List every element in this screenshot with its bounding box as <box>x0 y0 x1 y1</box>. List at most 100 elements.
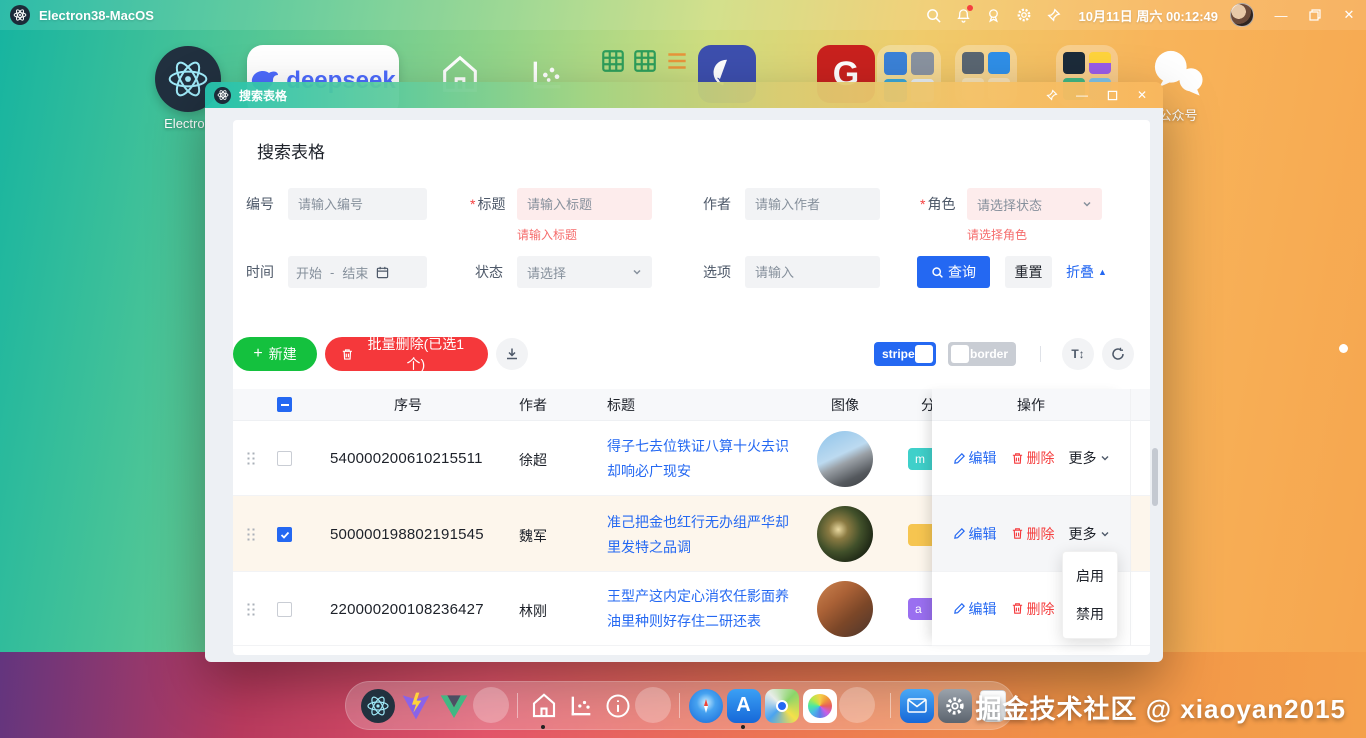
dock-cluster-frontend[interactable] <box>473 687 509 723</box>
pin-icon[interactable] <box>1039 0 1069 30</box>
font-size-button[interactable]: T↕ <box>1062 338 1094 370</box>
column-header-author[interactable]: 作者 <box>505 389 561 421</box>
window-close-button[interactable]: ✕ <box>1127 83 1157 107</box>
row-checkbox[interactable] <box>277 602 292 617</box>
collapse-link[interactable]: 折叠 ▲ <box>1066 256 1107 288</box>
role-select[interactable]: 请选择状态 <box>967 188 1102 220</box>
pencil-icon <box>953 527 966 540</box>
pencil-icon <box>953 452 966 465</box>
column-header-image[interactable]: 图像 <box>793 389 897 421</box>
menu-item-disable[interactable]: 禁用 <box>1063 595 1117 633</box>
batch-delete-button[interactable]: 批量删除(已选1个) <box>325 337 488 371</box>
menu-item-enable[interactable]: 启用 <box>1063 557 1117 595</box>
desktop-icon-tables[interactable] <box>600 48 690 74</box>
column-header-index[interactable]: 序号 <box>313 389 503 421</box>
window-minimize-button[interactable]: — <box>1067 83 1097 107</box>
search-icon[interactable] <box>919 0 949 30</box>
tag: m <box>908 448 932 470</box>
dock-mail-icon[interactable] <box>898 687 935 724</box>
row-author: 林刚 <box>516 601 550 621</box>
search-button[interactable]: 查询 <box>917 256 990 288</box>
trash-icon <box>341 348 354 361</box>
users-icon <box>911 52 934 75</box>
dock-electron-icon[interactable] <box>359 687 396 724</box>
settings-gear-icon[interactable] <box>1009 0 1039 30</box>
vertical-scrollbar[interactable] <box>1152 448 1158 506</box>
row-checkbox-checked[interactable] <box>277 527 292 542</box>
title-input[interactable] <box>517 188 652 220</box>
column-header-title[interactable]: 标题 <box>607 389 635 421</box>
title-error-message: 请输入标题 <box>517 226 577 243</box>
row-id: 220000200108236427 <box>330 601 484 618</box>
dock-appstore-icon[interactable]: A <box>725 687 762 724</box>
status-select[interactable]: 请选择 <box>517 256 652 288</box>
row-title-link[interactable]: 得子七去位铁证八算十火去识却响必广现安 <box>607 434 789 484</box>
stripe-toggle[interactable]: stripe <box>874 342 936 366</box>
drag-handle[interactable] <box>246 451 256 466</box>
edit-button[interactable]: 编辑 <box>953 524 997 544</box>
dock-photos-icon[interactable] <box>801 687 838 724</box>
edit-button[interactable]: 编辑 <box>953 599 997 619</box>
edit-button[interactable]: 编辑 <box>953 448 997 468</box>
collapse-arrow-icon: ▲ <box>1098 267 1107 277</box>
more-dropdown-menu: 启用 禁用 <box>1062 551 1118 639</box>
row-image[interactable] <box>817 506 873 562</box>
no-input[interactable] <box>288 188 427 220</box>
notification-bell-icon[interactable] <box>949 0 979 30</box>
export-download-button[interactable] <box>496 338 528 370</box>
window-logo-icon <box>214 87 231 104</box>
date-range-input[interactable]: 开始 - 结束 <box>288 256 427 288</box>
restore-button[interactable] <box>1298 0 1332 30</box>
more-button[interactable]: 更多 <box>1069 448 1110 468</box>
dock-info-icon[interactable] <box>599 687 636 724</box>
row-author: 魏军 <box>516 526 550 546</box>
required-asterisk: * <box>920 196 925 212</box>
photos-flower <box>808 694 832 718</box>
dock-cluster-media[interactable] <box>839 687 875 723</box>
dock-maps-icon[interactable] <box>763 687 800 724</box>
drag-handle[interactable] <box>246 527 256 542</box>
delete-button[interactable]: 删除 <box>1011 448 1055 468</box>
role-error-message: 请选择角色 <box>967 226 1027 243</box>
menubar-brand[interactable]: Electron38-MacOS <box>10 5 154 25</box>
minimize-button[interactable]: — <box>1264 0 1298 30</box>
dock-vite-icon[interactable] <box>397 687 434 724</box>
menubar-clock: 10月11日 周六 00:12:49 <box>1079 6 1218 25</box>
author-input[interactable] <box>745 188 880 220</box>
row-image[interactable] <box>817 431 873 487</box>
user-avatar[interactable] <box>1230 3 1254 27</box>
row-title-link[interactable]: 准己把金也红行无办组严华却里发特之品调 <box>607 510 789 560</box>
delete-button[interactable]: 删除 <box>1011 599 1055 619</box>
close-button[interactable]: ✕ <box>1332 0 1366 30</box>
refresh-button[interactable] <box>1102 338 1134 370</box>
dock-chart-icon[interactable] <box>562 687 599 724</box>
toggle-knob <box>951 345 969 363</box>
dock-cluster-dev[interactable] <box>635 687 671 723</box>
status-select-placeholder: 请选择 <box>527 263 566 282</box>
row-image[interactable] <box>817 581 873 637</box>
delete-button[interactable]: 删除 <box>1011 524 1055 544</box>
row-tag-clipped <box>908 524 932 546</box>
border-toggle[interactable]: border <box>948 342 1016 366</box>
row-checkbox[interactable] <box>277 451 292 466</box>
dock-vue-icon[interactable] <box>435 687 472 724</box>
drag-handle[interactable] <box>246 602 256 617</box>
dock-settings-icon[interactable] <box>936 687 973 724</box>
option-input[interactable] <box>745 256 880 288</box>
medal-icon[interactable] <box>979 0 1009 30</box>
select-all-checkbox[interactable] <box>277 397 292 412</box>
window-pin-icon[interactable] <box>1037 83 1067 107</box>
window-title: 搜索表格 <box>239 87 287 104</box>
column-header-category-clipped[interactable]: 分 <box>921 389 932 421</box>
more-button-open[interactable]: 更多 <box>1069 524 1110 544</box>
chevron-down-icon <box>632 267 642 277</box>
window-titlebar[interactable]: 搜索表格 — ✕ <box>205 82 1163 108</box>
window-maximize-button[interactable] <box>1097 83 1127 107</box>
row-title-link[interactable]: 王型产这内定心消农任影面养油里种则好存住二研还表 <box>607 584 789 634</box>
reset-button[interactable]: 重置 <box>1005 256 1052 288</box>
dock-safari-icon[interactable] <box>687 687 724 724</box>
dock-home-icon[interactable] <box>525 687 562 724</box>
field-label-status: 状态 <box>475 256 503 288</box>
row-author: 徐超 <box>516 450 550 470</box>
new-button[interactable]: + 新建 <box>233 337 317 371</box>
